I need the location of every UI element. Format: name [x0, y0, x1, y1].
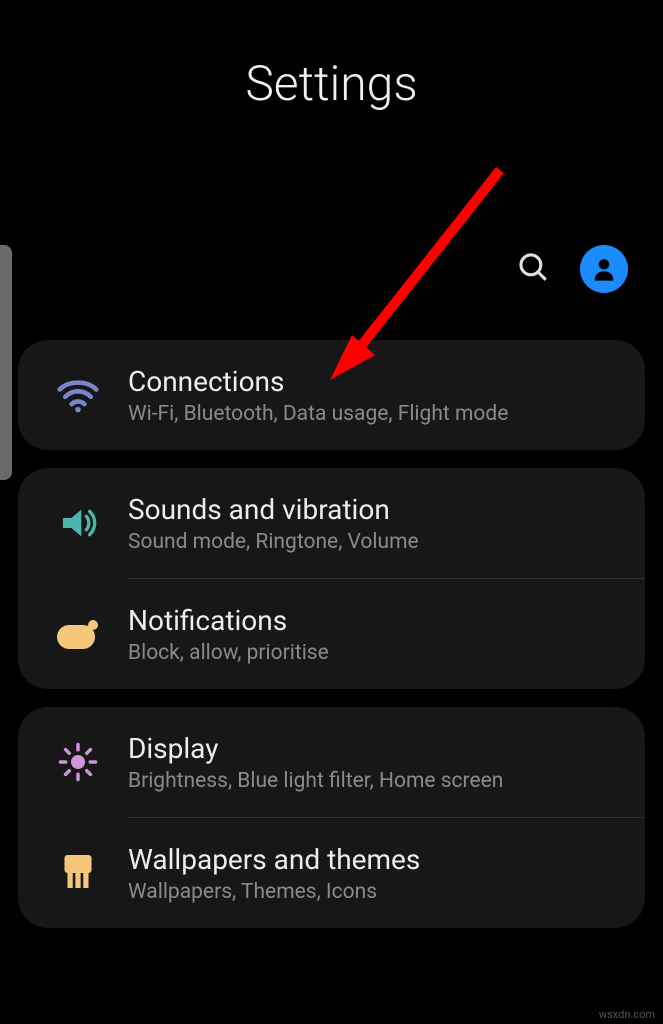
item-text: Sounds and vibration Sound mode, Rington…	[128, 493, 625, 554]
item-title: Display	[128, 732, 625, 765]
settings-list: Connections Wi-Fi, Bluetooth, Data usage…	[18, 340, 645, 946]
settings-group: Connections Wi-Fi, Bluetooth, Data usage…	[18, 340, 645, 450]
item-title: Sounds and vibration	[128, 493, 625, 526]
item-subtitle: Brightness, Blue light filter, Home scre…	[128, 769, 625, 793]
item-title: Wallpapers and themes	[128, 843, 625, 876]
item-title: Notifications	[128, 604, 625, 637]
sound-icon	[28, 503, 128, 543]
item-subtitle: Wi-Fi, Bluetooth, Data usage, Flight mod…	[128, 402, 625, 426]
item-text: Connections Wi-Fi, Bluetooth, Data usage…	[128, 365, 625, 426]
notifications-icon	[28, 616, 128, 652]
toolbar	[516, 245, 628, 293]
item-subtitle: Wallpapers, Themes, Icons	[128, 880, 625, 904]
edge-panel-handle[interactable]	[0, 245, 12, 480]
settings-item-display[interactable]: Display Brightness, Blue light filter, H…	[18, 707, 645, 817]
settings-group: Display Brightness, Blue light filter, H…	[18, 707, 645, 928]
wallpaper-icon	[28, 852, 128, 894]
settings-group: Sounds and vibration Sound mode, Rington…	[18, 468, 645, 689]
item-text: Notifications Block, allow, prioritise	[128, 604, 625, 665]
item-text: Wallpapers and themes Wallpapers, Themes…	[128, 843, 625, 904]
search-icon[interactable]	[516, 250, 550, 288]
display-icon	[28, 741, 128, 783]
item-title: Connections	[128, 365, 625, 398]
settings-item-sounds[interactable]: Sounds and vibration Sound mode, Rington…	[18, 468, 645, 578]
watermark: wsxdn.com	[599, 1008, 655, 1021]
settings-item-notifications[interactable]: Notifications Block, allow, prioritise	[18, 579, 645, 689]
settings-item-wallpapers[interactable]: Wallpapers and themes Wallpapers, Themes…	[18, 818, 645, 928]
item-subtitle: Block, allow, prioritise	[128, 641, 625, 665]
wifi-icon	[28, 373, 128, 417]
item-subtitle: Sound mode, Ringtone, Volume	[128, 530, 625, 554]
settings-item-connections[interactable]: Connections Wi-Fi, Bluetooth, Data usage…	[18, 340, 645, 450]
page-title: Settings	[0, 55, 663, 112]
header: Settings	[0, 0, 663, 112]
item-text: Display Brightness, Blue light filter, H…	[128, 732, 625, 793]
account-icon[interactable]	[580, 245, 628, 293]
